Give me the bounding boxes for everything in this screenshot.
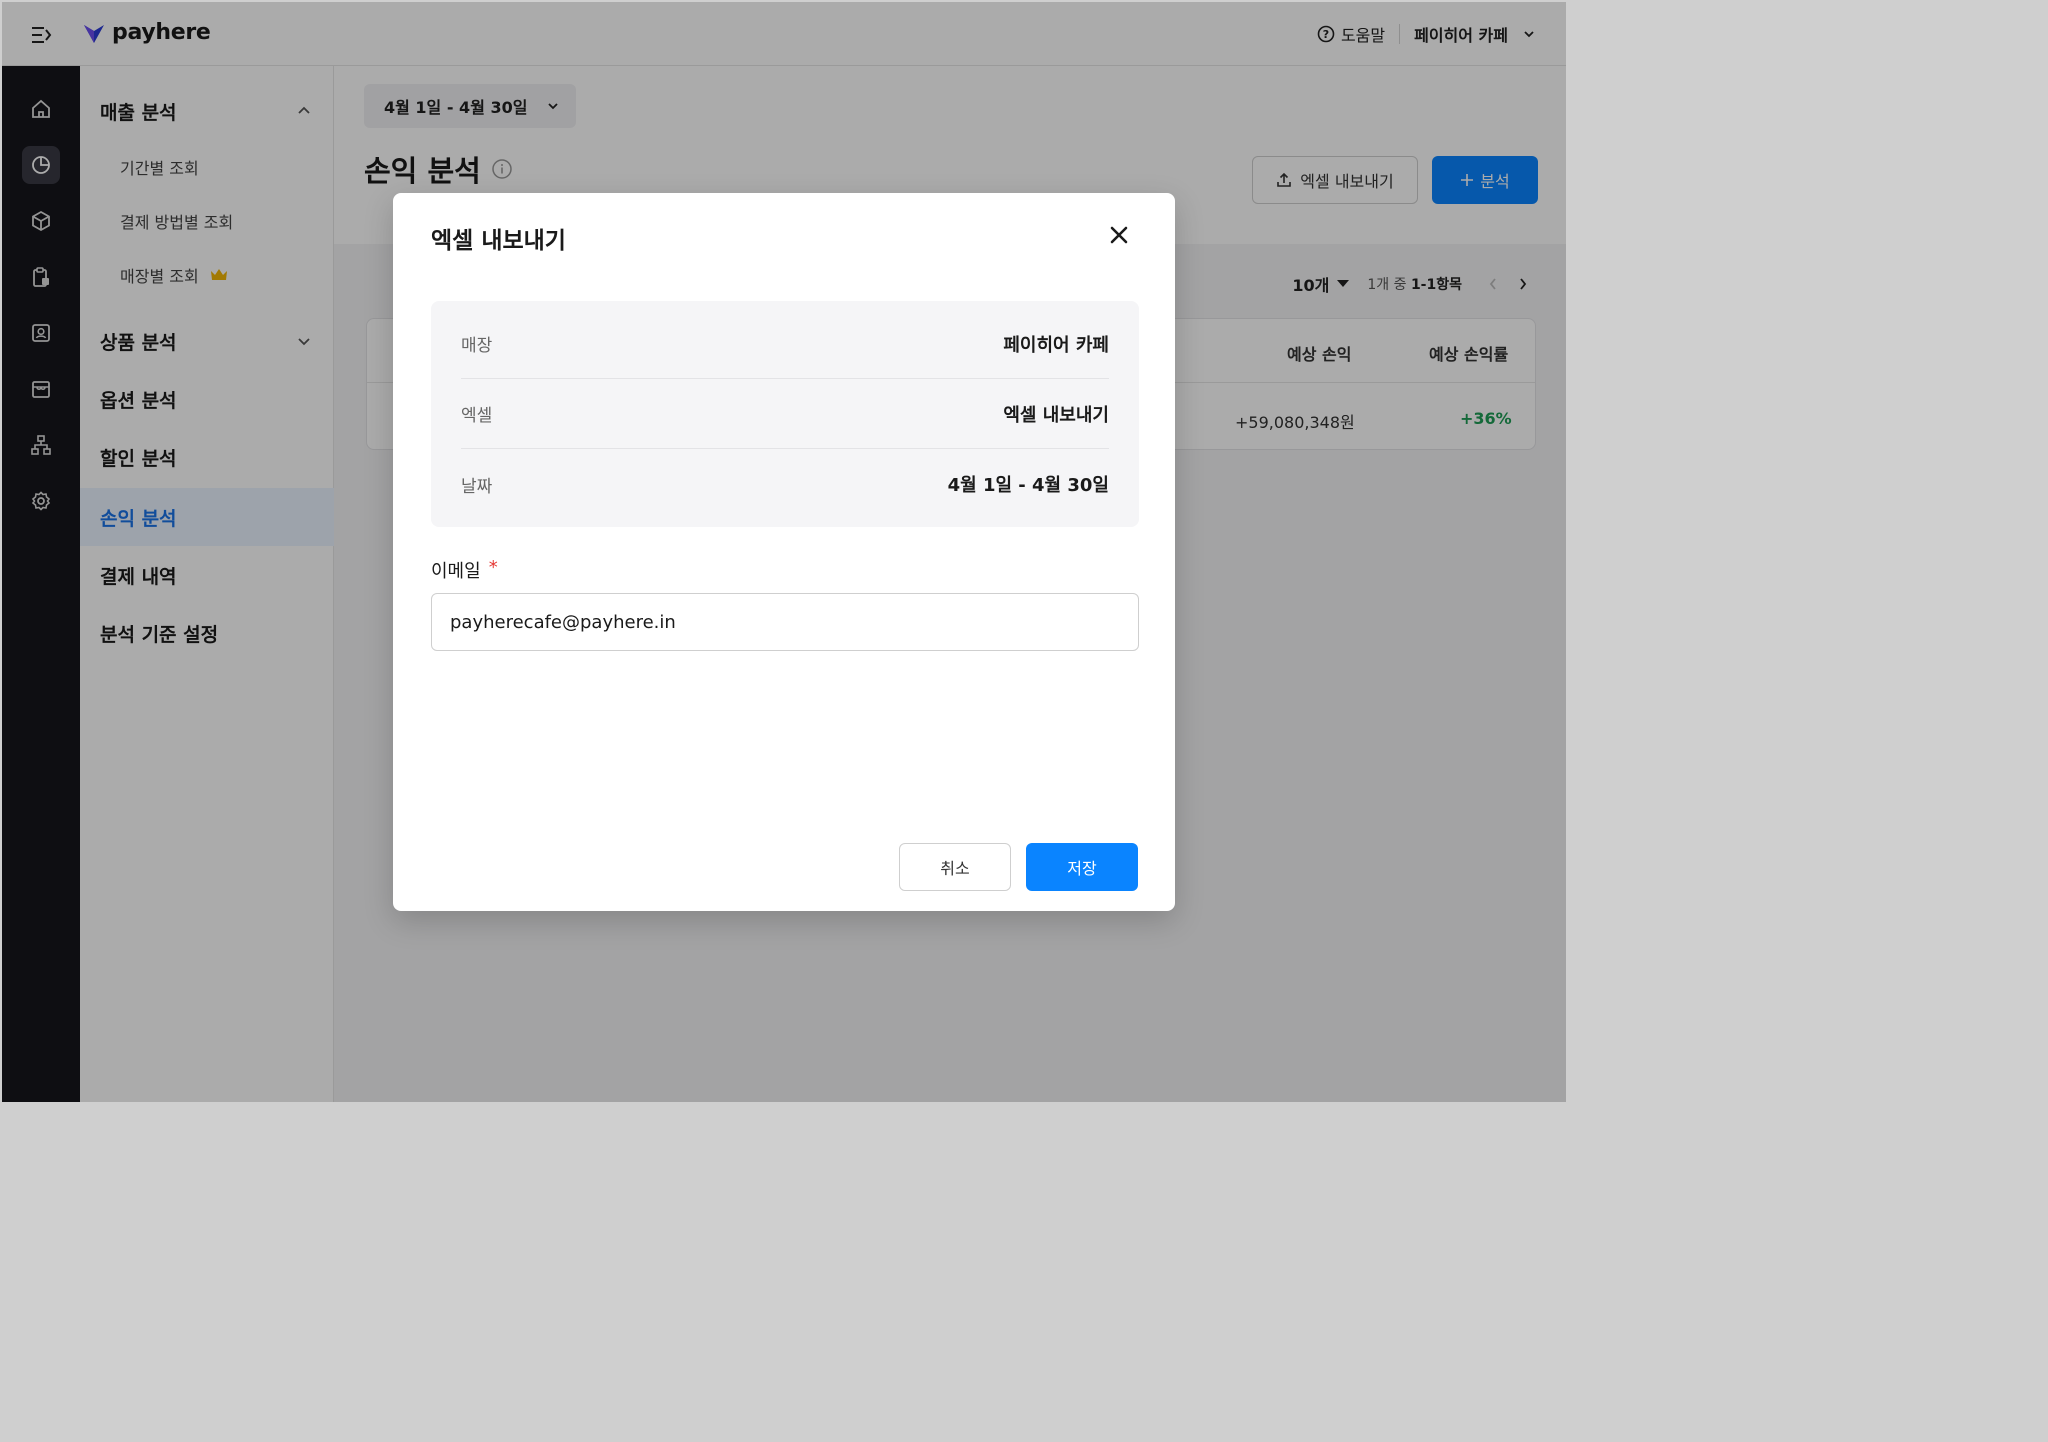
summary-row-date: 날짜 4월 1일 - 4월 30일 [461, 449, 1109, 519]
email-field[interactable] [431, 593, 1139, 651]
summary-label-excel: 엑셀 [461, 406, 493, 426]
summary-row-store: 매장 페이히어 카페 [461, 309, 1109, 379]
app-frame: payhere ? 도움말 페이히어 카페 매출 분석 기간별 조회 결제 방법… [2, 2, 1566, 1102]
summary-label-store: 매장 [461, 336, 493, 356]
cancel-button[interactable]: 취소 [899, 843, 1011, 891]
summary-value-store: 페이히어 카페 [1003, 334, 1109, 356]
dialog-title: 엑셀 내보내기 [431, 228, 566, 254]
email-label-text: 이메일 [431, 561, 481, 582]
export-excel-dialog: 엑셀 내보내기 매장 페이히어 카페 엑셀 엑셀 내보내기 날짜 4월 1일 -… [393, 193, 1175, 911]
save-label: 저장 [1067, 859, 1097, 878]
cancel-label: 취소 [940, 859, 970, 878]
close-icon [1110, 226, 1128, 244]
export-summary: 매장 페이히어 카페 엑셀 엑셀 내보내기 날짜 4월 1일 - 4월 30일 [431, 301, 1139, 527]
close-button[interactable] [1107, 223, 1131, 247]
summary-row-excel: 엑셀 엑셀 내보내기 [461, 379, 1109, 449]
required-mark: * [488, 557, 498, 578]
summary-value-excel: 엑셀 내보내기 [1003, 404, 1109, 426]
email-field-label: 이메일 * [431, 557, 498, 583]
summary-value-date: 4월 1일 - 4월 30일 [947, 475, 1109, 496]
save-button[interactable]: 저장 [1026, 843, 1138, 891]
summary-label-date: 날짜 [461, 476, 493, 497]
